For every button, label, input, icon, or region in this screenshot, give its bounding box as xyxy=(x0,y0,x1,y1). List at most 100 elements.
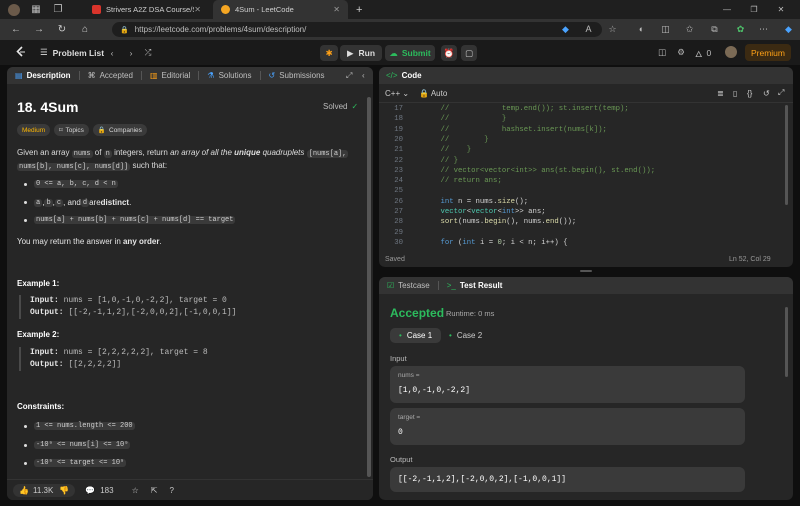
split-screen-icon[interactable]: ◫ xyxy=(660,24,671,35)
run-button[interactable]: ▶ Run xyxy=(340,45,382,61)
result-scrollbar[interactable] xyxy=(785,307,788,377)
tab-actions-icon[interactable]: ❐ xyxy=(52,4,64,16)
tab-description[interactable]: ▤ Description xyxy=(15,71,71,80)
code-line[interactable]: 27 vector<vector<int>> ans; xyxy=(379,208,793,219)
tab-divider xyxy=(140,71,142,80)
code-line[interactable]: 28 sort(nums.begin(), nums.end()); xyxy=(379,218,793,229)
tab-test-result[interactable]: >_ Test Result xyxy=(447,281,503,290)
thumbs-down-icon[interactable]: 👎 xyxy=(59,486,69,495)
close-window-icon[interactable]: ✕ xyxy=(772,0,790,19)
extension-icon[interactable]: ◐ xyxy=(636,24,647,35)
forward-icon[interactable]: → xyxy=(32,24,46,35)
code-token: (); xyxy=(514,197,529,206)
leetcode-logo-icon[interactable] xyxy=(15,46,27,58)
code-line[interactable]: 17 // temp.end()); st.insert(temp); xyxy=(379,105,793,116)
settings-gear-icon[interactable]: ⚙ xyxy=(675,46,687,59)
example-2-title: Example 2: xyxy=(17,330,60,339)
debug-icon[interactable]: ✱ xyxy=(320,45,338,61)
browser-tab-4sum[interactable]: 4Sum - LeetCode ✕ xyxy=(213,0,348,19)
favorites-icon[interactable]: ✩ xyxy=(684,24,695,35)
close-tab-icon[interactable]: ✕ xyxy=(333,5,340,14)
streak-counter[interactable]: 🜂 0 xyxy=(695,46,711,59)
topics-chip[interactable]: ⌑ Topics xyxy=(54,124,89,136)
refresh-icon[interactable]: ↻ xyxy=(55,24,69,35)
format-icon[interactable]: ≣ xyxy=(717,89,724,98)
editor-scrollbar[interactable] xyxy=(785,105,788,205)
description-scrollbar[interactable] xyxy=(367,97,371,477)
favorite-star-icon[interactable]: ☆ xyxy=(607,24,618,35)
url-field[interactable]: 🔒 https://leetcode.com/problems/4sum/des… xyxy=(112,22,602,37)
code-line[interactable]: 30 for (int i = 0; i < n; i++) { xyxy=(379,239,793,250)
profile-avatar[interactable] xyxy=(8,3,20,16)
browser-tab-striver[interactable]: Strivers A2Z DSA Course/Sheet - ✕ xyxy=(84,0,209,19)
code-line[interactable]: 26 int n = nums.size(); xyxy=(379,198,793,209)
code-line[interactable]: 29 xyxy=(379,229,793,240)
user-avatar[interactable] xyxy=(725,46,737,58)
code-line[interactable]: 20 // } xyxy=(379,136,793,147)
reset-icon[interactable]: ↺ xyxy=(763,89,770,98)
tab-submissions-label: Submissions xyxy=(279,71,325,80)
case-1-tab[interactable]: • Case 1 xyxy=(390,328,442,343)
back-icon[interactable]: ← xyxy=(9,24,23,35)
code-line[interactable]: 23 // vector<vector<int>> ans(st.begin()… xyxy=(379,167,793,178)
layout-icon[interactable]: ◫ xyxy=(656,46,668,59)
notes-icon[interactable]: ▢ xyxy=(461,45,477,61)
language-select[interactable]: C++ ⌄ xyxy=(385,89,409,98)
difficulty-badge[interactable]: Medium xyxy=(17,124,51,136)
case-2-tab[interactable]: • Case 2 xyxy=(445,328,486,343)
help-icon[interactable]: ? xyxy=(169,486,173,495)
premium-button[interactable]: Premium xyxy=(745,44,791,61)
home-icon[interactable]: ⌂ xyxy=(78,24,92,35)
code-line[interactable]: 24 // return ans; xyxy=(379,177,793,188)
maximize-icon[interactable]: ❐ xyxy=(745,0,763,19)
extension-tag-icon[interactable]: ◆ xyxy=(560,24,571,35)
constraint-item: -10⁹ <= target <= 10⁹ xyxy=(24,459,127,467)
like-button[interactable]: 👍 11.3K 👎 xyxy=(13,484,76,497)
read-aloud-icon[interactable]: A xyxy=(583,24,594,35)
auto-label: Auto xyxy=(430,88,448,98)
tab-editorial[interactable]: ▥ Editorial xyxy=(150,71,190,80)
edge-copilot-icon[interactable]: ◆ xyxy=(783,24,794,35)
tab-submissions[interactable]: ↺ Submissions xyxy=(269,71,325,80)
new-tab-icon[interactable]: + xyxy=(356,4,362,16)
code-text: // return ans; xyxy=(423,177,502,188)
terminal-icon: >_ xyxy=(446,281,456,290)
code-line[interactable]: 21 // } xyxy=(379,146,793,157)
copilot-icon[interactable]: ✿ xyxy=(735,24,746,35)
next-problem-icon[interactable]: › xyxy=(126,46,136,59)
code-line[interactable]: 19 // hashset.insert(nums[k]); xyxy=(379,126,793,137)
close-tab-icon[interactable]: ✕ xyxy=(194,5,201,14)
code-token: int xyxy=(440,197,454,206)
nums-value: [1,0,-1,0,-2,2] xyxy=(398,386,471,395)
star-icon[interactable]: ☆ xyxy=(132,486,139,495)
braces-icon[interactable]: {} xyxy=(747,89,752,98)
code-line[interactable]: 18 // } xyxy=(379,115,793,126)
share-icon[interactable]: ⇱ xyxy=(151,486,158,495)
cursor-position: Ln 52, Col 29 xyxy=(729,256,771,263)
bookmark-icon[interactable]: ▯ xyxy=(733,89,737,98)
collections-icon[interactable]: ⧉ xyxy=(709,24,720,35)
code-editor[interactable]: 17 // temp.end()); st.insert(temp); 18 //… xyxy=(379,105,779,248)
more-menu-icon[interactable]: ⋯ xyxy=(758,24,769,35)
auto-mode-toggle[interactable]: 🔒 Auto xyxy=(419,89,447,98)
collapse-panel-icon[interactable]: ‹ xyxy=(362,71,365,80)
code-line[interactable]: 22 // } xyxy=(379,157,793,168)
tab-solutions[interactable]: ⚗ Solutions xyxy=(207,71,251,80)
prev-problem-icon[interactable]: ‹ xyxy=(107,46,117,59)
comments-button[interactable]: 💬 183 xyxy=(85,486,113,495)
workspaces-icon[interactable]: ▦ xyxy=(30,4,42,16)
tab-accepted[interactable]: ⌘ Accepted xyxy=(88,71,133,80)
companies-chip[interactable]: 🔒 Companies xyxy=(92,124,147,136)
code-line[interactable]: 25 xyxy=(379,187,793,198)
problem-list-button[interactable]: ☰ Problem List xyxy=(40,45,104,60)
submit-button[interactable]: ☁ Submit xyxy=(385,45,435,61)
resize-handle[interactable] xyxy=(580,270,592,272)
shuffle-icon[interactable]: ⤮ xyxy=(142,46,154,59)
expand-panel-icon[interactable]: ⤢ xyxy=(346,71,352,81)
minimize-icon[interactable]: — xyxy=(718,0,736,19)
fullscreen-icon[interactable]: ⤢ xyxy=(778,88,784,98)
tag-icon: ⌑ xyxy=(59,127,63,134)
tab-testcase[interactable]: ☑ Testcase xyxy=(387,281,430,290)
timer-icon[interactable]: ⏰ xyxy=(441,45,457,61)
